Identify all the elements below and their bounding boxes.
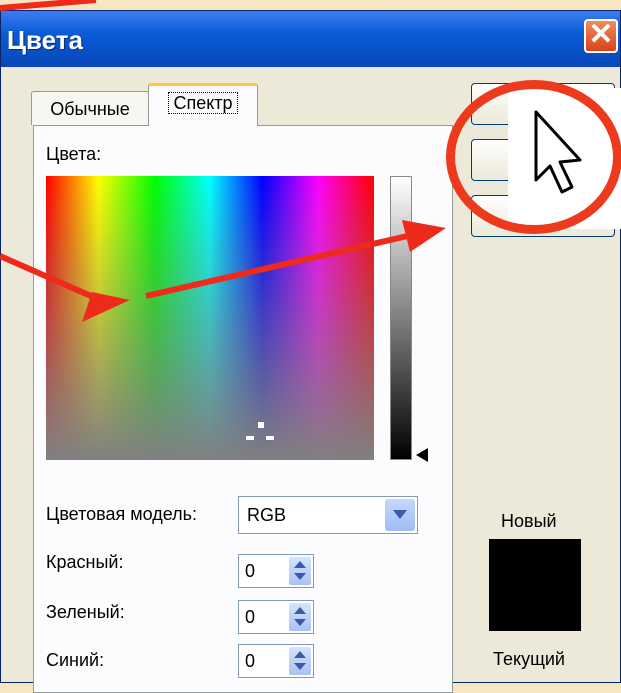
annotation-arrows: [0, 0, 446, 322]
arrow-top-stub: [0, 0, 97, 11]
arrow-right-head: [402, 220, 446, 252]
arrow-left-body: [0, 253, 102, 303]
arrow-right-body: [145, 232, 413, 299]
